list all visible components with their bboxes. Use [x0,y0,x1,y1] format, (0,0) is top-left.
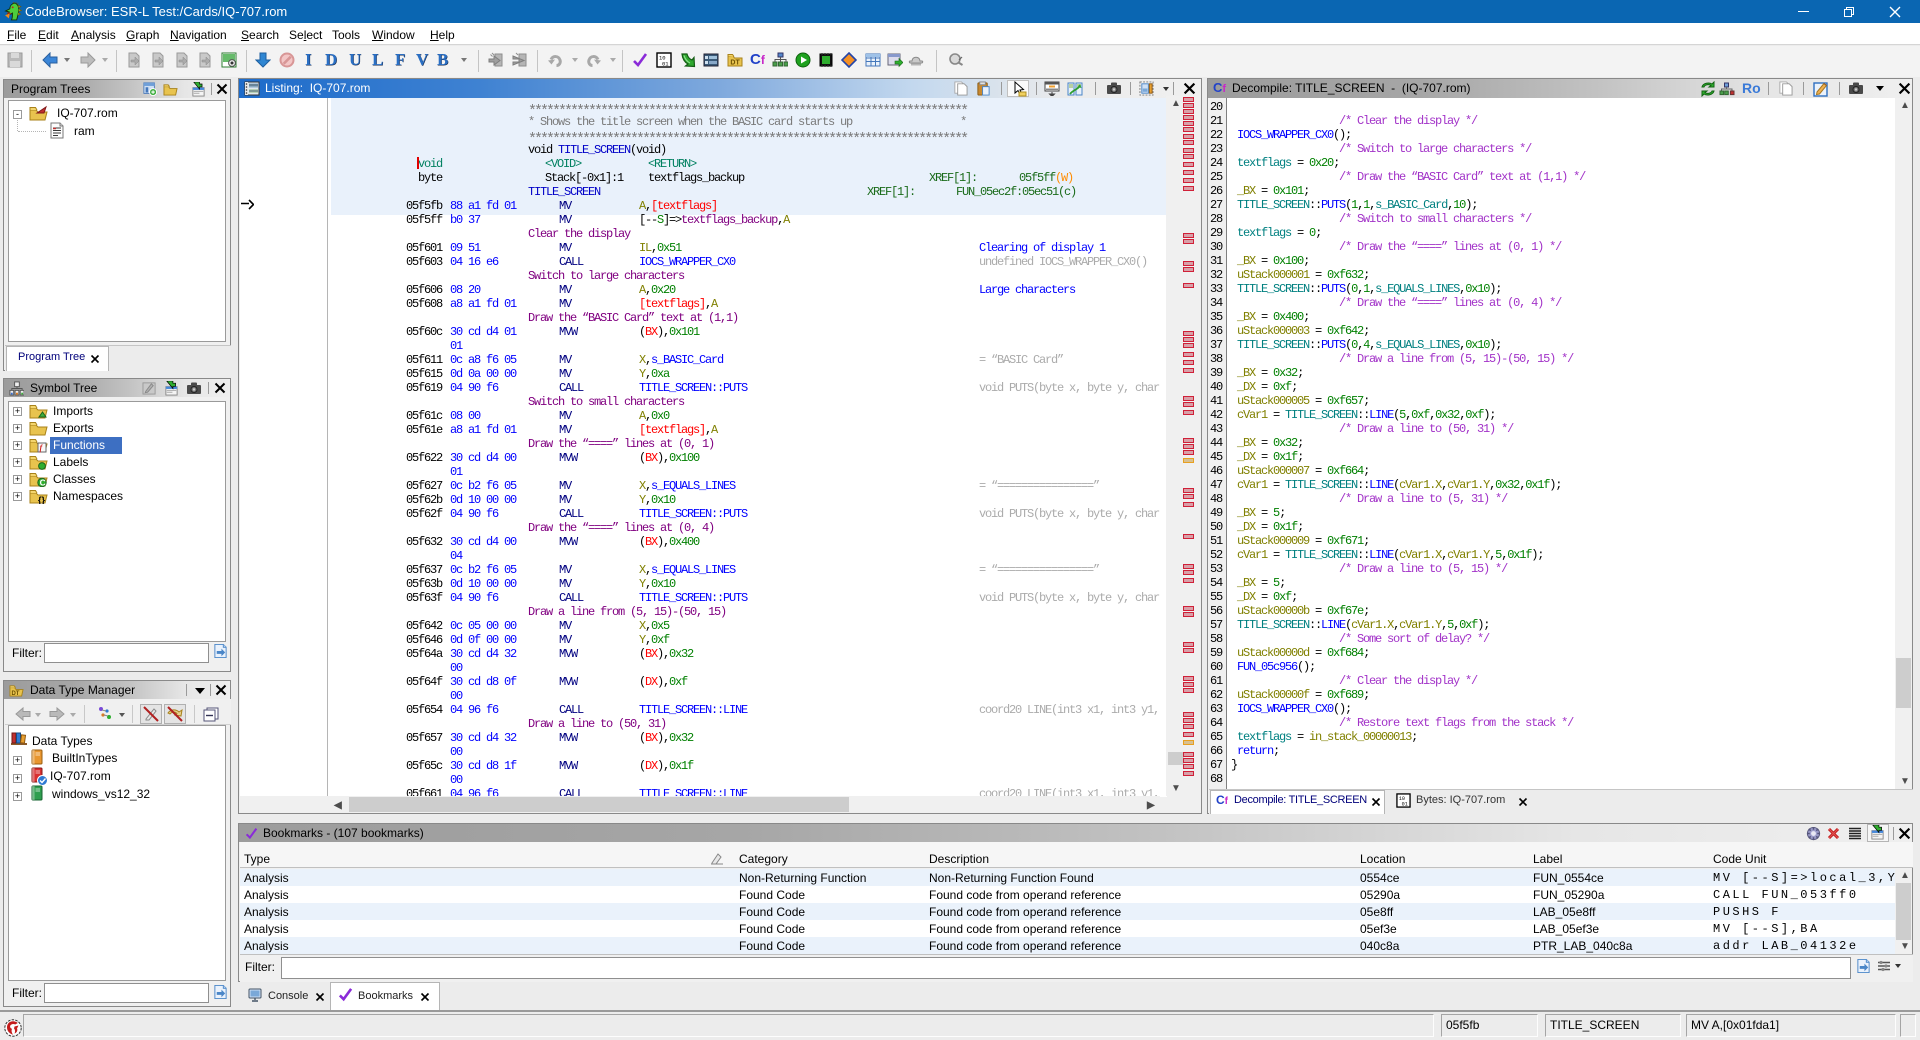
svg-text:01: 01 [1402,802,1408,808]
